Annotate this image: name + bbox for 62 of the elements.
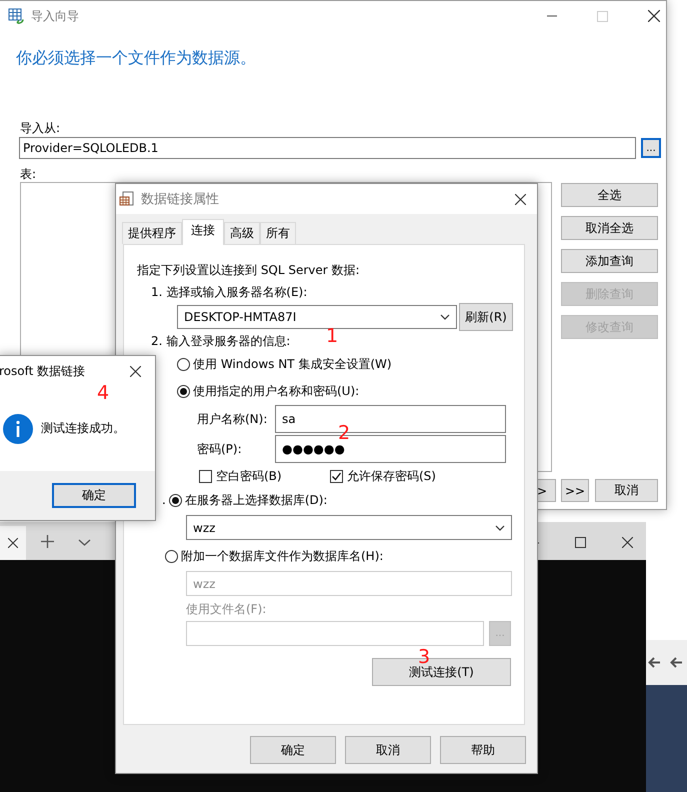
tab[interactable]: 所有 [260,222,296,244]
new-tab-icon[interactable] [41,535,54,548]
checkbox-label: 空白密码(B) [216,468,282,484]
checkbox[interactable] [330,470,343,482]
close-icon[interactable] [8,538,18,548]
close-icon[interactable] [622,537,633,548]
dialog-button[interactable]: 帮助 [440,736,526,764]
action-button[interactable]: 取消全选 [561,216,658,240]
instruction-heading: 你必须选择一个文件作为数据源。 [16,47,257,69]
next-button[interactable]: >> [561,479,589,502]
chevron-icon[interactable] [78,539,91,546]
radio-label: 使用 Windows NT 集成安全设置(W) [193,356,392,372]
database-dropdown[interactable]: wzz [186,515,512,540]
field-label: 使用文件名(F): [186,600,266,618]
step-label: . [162,493,166,507]
dialog-title: 数据链接属性 [141,191,219,208]
step-label: 1. 选择或输入服务器名称(E): [151,284,308,300]
radio-button[interactable] [177,384,190,398]
radio-label: 附加一个数据库文件作为数据库名(H): [181,548,384,564]
cancel-button[interactable]: 取消 [595,479,658,502]
dialog-button[interactable]: 确定 [250,736,336,764]
browse-button[interactable]: ... [641,138,661,158]
annotation-number: 1 [326,327,338,346]
server-dropdown[interactable]: DESKTOP-HMTA87I [177,305,457,329]
radio-button[interactable] [177,358,190,370]
close-icon[interactable] [515,194,526,204]
minimize-icon[interactable] [547,15,557,17]
field-label: 用户名称(N): [197,410,268,428]
checkbox-label: 允许保存密码(S) [347,468,436,484]
instruction-text: 指定下列设置以连接到 SQL Server 数据: [137,262,360,278]
window-title: 导入向导 [31,8,79,24]
ok-button[interactable]: 确定 [52,483,136,508]
action-button[interactable]: 添加查询 [561,249,658,273]
field-label: 表: [20,167,38,181]
field-label: 密码(P): [197,440,243,458]
message-text: 测试连接成功。 [41,420,125,437]
tab[interactable]: 提供程序 [122,222,182,244]
step-label: 2. 输入登录服务器的信息: [151,332,290,350]
maximize-icon[interactable] [575,537,586,548]
dialog-button[interactable]: 取消 [345,736,431,764]
close-icon[interactable] [648,10,660,22]
table-icon [8,8,24,24]
radio-label: 在服务器上选择数据库(D): [184,492,328,508]
filename-field[interactable] [186,621,484,646]
back-arrow-icon[interactable] [648,657,660,668]
source-field[interactable]: Provider=SQLOLEDB.1 [19,137,636,159]
document-icon [119,191,135,207]
radio-label: 使用指定的用户名称和密码(U): [193,382,360,400]
info-icon [3,414,33,444]
action-button[interactable]: 全选 [561,183,658,207]
field-label: 导入从: [20,121,62,135]
radio-button[interactable] [165,550,178,562]
refresh-button[interactable]: 刷新(R) [459,303,513,331]
checkbox[interactable] [199,470,212,482]
radio-button[interactable] [168,494,182,506]
annotation-number: 4 [97,384,110,403]
tab[interactable]: 连接 [182,219,224,245]
dialog-title: rosoft 数据链接 [0,362,86,380]
tab[interactable]: 高级 [224,222,260,244]
back-arrow-icon[interactable] [670,657,682,668]
browser-tab[interactable] [0,526,26,560]
close-icon[interactable] [130,366,141,376]
